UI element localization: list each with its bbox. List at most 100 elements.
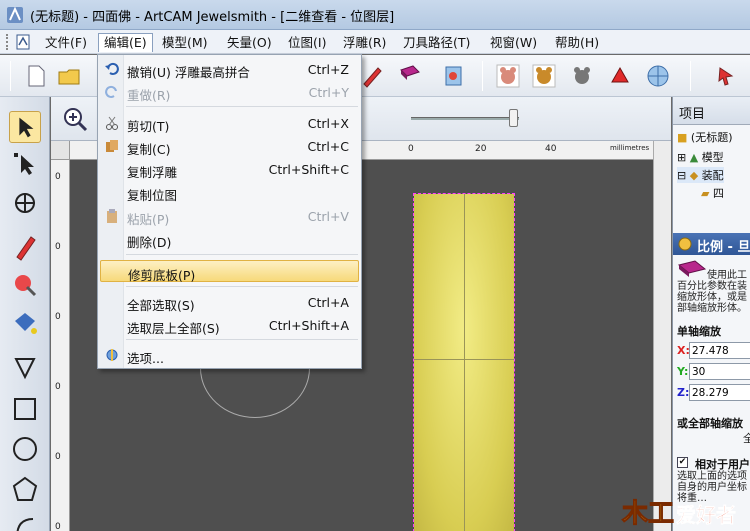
menu-item-shortcut: Ctrl+Z: [307, 62, 349, 77]
title-bar: (无标题) - 四面佛 - ArtCAM Jewelsmith - [二维查看 …: [0, 0, 750, 30]
tree-item-assembly[interactable]: ⊟ ◆ 装配: [677, 167, 724, 183]
menu-item-label: 复制浮雕: [127, 165, 178, 180]
menu-model[interactable]: 模型(M): [157, 33, 213, 52]
menubar-grip[interactable]: [6, 34, 10, 50]
fill-bucket-icon[interactable]: [9, 307, 41, 339]
z-scale-input[interactable]: [689, 384, 750, 401]
menu-window[interactable]: 视窗(W): [485, 33, 542, 52]
select-arrow-icon[interactable]: [9, 111, 41, 143]
ruler-left-tick: 0: [55, 522, 61, 531]
bear-relief-icon[interactable]: [530, 62, 558, 90]
book-icon[interactable]: [396, 62, 424, 90]
menu-relief[interactable]: 浮雕(R): [338, 33, 391, 52]
menu-vector[interactable]: 矢量(O): [222, 33, 277, 52]
open-folder-icon[interactable]: [56, 62, 84, 90]
single-axis-label: 单轴缩放: [677, 325, 721, 338]
relative-checkbox[interactable]: ✔: [677, 457, 688, 468]
ruler-unit: millimetres: [610, 144, 650, 152]
menu-item-label: 复制(C): [127, 142, 171, 157]
menu-item-redo[interactable]: 重做(R) Ctrl+Y: [100, 81, 359, 103]
rectangle-tool-icon[interactable]: [9, 393, 41, 425]
artcam-app-icon[interactable]: [6, 6, 24, 24]
canvas-vertical-scrollbar[interactable]: [653, 141, 671, 531]
expand-icon[interactable]: ⊞: [677, 151, 686, 164]
vector-edit-icon[interactable]: [9, 351, 41, 383]
menu-bitmap[interactable]: 位图(I): [283, 33, 331, 52]
pencil-draw-icon[interactable]: [9, 231, 41, 263]
toolbar-separator: [482, 61, 483, 91]
menu-item-select-layer[interactable]: 选取层上全部(S) Ctrl+Shift+A: [100, 314, 359, 336]
menu-item-paste[interactable]: 粘贴(P) Ctrl+V: [100, 205, 359, 227]
relief-bitmap-object[interactable]: [413, 193, 515, 531]
zoom-slider-track[interactable]: [411, 117, 519, 120]
scale-desc-line: 百分比参数在装: [677, 281, 747, 292]
tree-item-root[interactable]: ■ (无标题): [677, 129, 733, 145]
zoom-in-icon[interactable]: [61, 105, 89, 133]
menu-item-label: 选取层上全部(S): [127, 321, 220, 336]
z-axis-label: Z:: [677, 386, 690, 399]
options-icon: [106, 349, 118, 361]
model-icon: ▲: [689, 151, 699, 164]
paint-brush-icon[interactable]: [9, 269, 41, 301]
tree-item-label: 模型: [701, 151, 724, 164]
menu-help[interactable]: 帮助(H): [550, 33, 604, 52]
redo-icon: [105, 85, 117, 98]
ruler-corner: [51, 141, 70, 160]
new-file-icon[interactable]: [22, 62, 50, 90]
x-scale-input[interactable]: [689, 342, 750, 359]
jewel-tool-icon[interactable]: [606, 62, 634, 90]
ruler-left-tick: 0: [55, 382, 61, 392]
scale-icon: [678, 237, 692, 251]
arc-tool-icon[interactable]: [9, 509, 41, 531]
move-transform-icon[interactable]: [9, 187, 41, 219]
pencil-tool-icon[interactable]: [358, 62, 386, 90]
cut-icon: [106, 116, 118, 130]
y-scale-input[interactable]: [689, 363, 750, 380]
tree-item-part[interactable]: ▰ 四: [701, 185, 724, 201]
bear-grey-icon[interactable]: [568, 62, 596, 90]
menu-item-options[interactable]: 选项...: [100, 344, 359, 366]
menu-item-copy-relief[interactable]: 复制浮雕 Ctrl+Shift+C: [100, 158, 359, 180]
part-icon: ▰: [701, 187, 710, 200]
menu-item-delete[interactable]: 删除(D): [100, 228, 359, 250]
menu-separator: [126, 286, 358, 287]
menu-separator: [126, 254, 358, 255]
globe-icon[interactable]: [644, 62, 672, 90]
menu-item-copy-bitmap[interactable]: 复制位图: [100, 181, 359, 203]
layers-tool-icon[interactable]: [440, 62, 468, 90]
polygon-tool-icon[interactable]: [9, 473, 41, 505]
zoom-slider-thumb[interactable]: [509, 109, 518, 127]
menu-edit[interactable]: 编辑(E): [98, 33, 153, 52]
menu-item-label: 撤销(U) 浮雕最高拼合: [127, 65, 250, 80]
menu-item-shortcut: Ctrl+Shift+A: [268, 318, 349, 333]
menu-item-select-all[interactable]: 全部选取(S) Ctrl+A: [100, 291, 359, 313]
menu-item-undo[interactable]: 撤销(U) 浮雕最高拼合 Ctrl+Z: [100, 58, 359, 80]
guide-line-horizontal: [414, 359, 514, 360]
guide-line-vertical: [464, 194, 465, 531]
menu-item-label: 剪切(T): [127, 119, 170, 134]
assembly-icon: ◆: [689, 169, 699, 182]
circle-tool-icon[interactable]: [9, 433, 41, 465]
bear-model-icon[interactable]: [494, 62, 522, 90]
menu-item-shortcut: Ctrl+X: [307, 116, 349, 131]
collapse-icon[interactable]: ⊟: [677, 169, 686, 182]
tree-item-label: 装配: [701, 169, 724, 182]
menu-item-cut[interactable]: 剪切(T) Ctrl+X: [100, 112, 359, 134]
menu-item-copy[interactable]: 复制(C) Ctrl+C: [100, 135, 359, 157]
ruler-left-tick: 0: [55, 172, 61, 182]
pointer-tool-icon[interactable]: [712, 62, 740, 90]
all-axis-label: 或全部轴缩放: [677, 417, 743, 430]
menu-item-trim-base[interactable]: 修剪底板(P): [100, 260, 359, 283]
tree-item-model[interactable]: ⊞ ▲ 模型: [677, 149, 724, 165]
svg-text:木工: 木工: [621, 499, 674, 529]
copy-icon: [106, 140, 118, 152]
edit-menu-dropdown: 撤销(U) 浮雕最高拼合 Ctrl+Z 重做(R) Ctrl+Y 剪切(T) C…: [97, 54, 362, 369]
menu-item-label: 选项...: [127, 351, 164, 366]
ruler-top-tick: 40: [545, 144, 557, 154]
paste-icon: [107, 209, 117, 223]
menu-toolpaths[interactable]: 刀具路径(T): [398, 33, 475, 52]
document-menu-icon[interactable]: [14, 33, 32, 51]
ruler-left-tick: 0: [55, 312, 61, 322]
menu-file[interactable]: 文件(F): [40, 33, 92, 52]
node-edit-icon[interactable]: [9, 149, 41, 181]
